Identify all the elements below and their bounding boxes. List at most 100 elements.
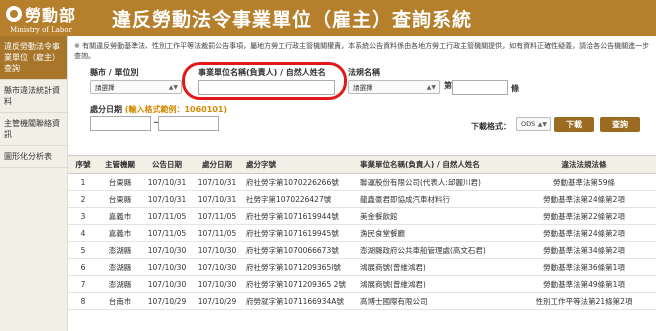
- law-select-value: 請選擇: [353, 84, 373, 92]
- cell-announce-date: 107/10/31: [142, 173, 192, 191]
- cell-penalty-date: 107/10/29: [192, 292, 242, 310]
- main-content: ※ 有關違反勞動基準法、性別工作平等法裁罰公告事項，屬地方勞工行政主管機關權責，…: [68, 36, 656, 331]
- cell-penalty-number: 府社勞字第1071209365l號: [242, 258, 356, 276]
- cell-penalty-date: 107/11/05: [192, 224, 242, 242]
- col-header-announce-date: 公告日期: [142, 155, 192, 174]
- date-start-input[interactable]: [90, 116, 151, 131]
- search-button[interactable]: 查詢: [600, 117, 640, 132]
- page-title: 違反勞動法令事業單位（雇主）查詢系統: [112, 8, 473, 31]
- cell-penalty-date: 107/10/30: [192, 241, 242, 259]
- table-row: 7 澎湖縣 107/10/30 107/10/30 府社勞字第1071209365 2號…: [68, 275, 656, 293]
- cell-entity-name: 龍鑫豪君即協成汽車材料行: [356, 190, 512, 208]
- cell-announce-date: 107/10/30: [142, 241, 192, 259]
- cell-penalty-number: 府社勞字第1071619944號: [242, 207, 356, 225]
- sidebar-item-county-stats[interactable]: 縣市違法統計資料: [0, 80, 67, 113]
- ministry-emblem-icon: [6, 6, 22, 22]
- county-select[interactable]: 請選擇 ▲▼: [90, 80, 182, 94]
- cell-index: 2: [68, 190, 98, 208]
- table-row: 1 台東縣 107/10/31 107/10/31 府社勞字第1070226266號 聯運…: [68, 173, 656, 191]
- county-label: 縣市 / 單位別: [90, 68, 139, 77]
- chevron-down-icon: ▲▼: [426, 84, 436, 91]
- col-header-authority: 主管機關: [98, 155, 142, 174]
- download-button[interactable]: 下載: [554, 117, 594, 132]
- table-row: 8 台南市 107/10/29 107/10/29 府勞就字第1071166934A號高…: [68, 292, 656, 310]
- cell-law-article: 勞動基準法第22條第2項: [512, 207, 656, 225]
- format-select-value: ODS: [521, 120, 536, 128]
- cell-index: 3: [68, 207, 98, 225]
- col-header-law-article: 違法法規法條: [512, 155, 656, 174]
- table-row: 3 嘉義市 107/11/05 107/11/05 府社勞字第1071619944號 美金…: [68, 207, 656, 225]
- article-prefix: 第: [444, 81, 452, 90]
- cell-entity-name: 聯運股份有限公司(代表人:邱麗川君): [356, 173, 512, 191]
- format-select[interactable]: ODS ▲▼: [516, 117, 551, 131]
- cell-penalty-number: 府勞就字第1071166934A號: [242, 292, 356, 310]
- date-label: 處分日期 (輸入格式範例：1060101): [90, 104, 227, 115]
- cell-index: 1: [68, 173, 98, 191]
- table-row: 6 澎湖縣 107/10/30 107/10/30 府社勞字第1071209365l號鴻…: [68, 258, 656, 276]
- cell-law-article: 勞動基準法第59條: [512, 173, 656, 191]
- cell-index: 8: [68, 292, 98, 310]
- date-hint: (輸入格式範例：1060101): [124, 105, 228, 114]
- cell-penalty-number: 府社勞字第1070226266號: [242, 173, 356, 191]
- sidebar-item-charts[interactable]: 圖形化分析表: [0, 146, 67, 168]
- table-row: 5 澎湖縣 107/10/30 107/10/30 府社勞字第1070066673號 澎湖…: [68, 241, 656, 259]
- law-select[interactable]: 請選擇 ▲▼: [348, 80, 440, 94]
- cell-authority: 澎湖縣: [98, 241, 142, 259]
- chevron-down-icon: ▲▼: [168, 84, 178, 91]
- cell-penalty-number: 社勞字第1070226427號: [242, 190, 356, 208]
- cell-announce-date: 107/11/05: [142, 224, 192, 242]
- format-label: 下載格式：: [471, 122, 511, 131]
- cell-entity-name: 鴻展商號(曾維鴻君): [356, 275, 512, 293]
- cell-entity-name: 鴻展商號(曾維鴻君): [356, 258, 512, 276]
- date-end-input[interactable]: [158, 116, 219, 131]
- law-label: 法規名稱: [348, 68, 380, 77]
- sidebar-item-query[interactable]: 違反勞動法令事業單位（雇主）查詢: [0, 36, 67, 80]
- cell-penalty-date: 107/10/31: [192, 173, 242, 191]
- cell-announce-date: 107/10/30: [142, 275, 192, 293]
- county-select-value: 請選擇: [95, 84, 115, 92]
- table-row: 4 嘉義市 107/11/05 107/11/05 府社勞字第1071619945號 漁民…: [68, 224, 656, 242]
- date-label-text: 處分日期: [90, 105, 122, 114]
- cell-entity-name: 美金餐飲館: [356, 207, 512, 225]
- cell-index: 5: [68, 241, 98, 259]
- cell-penalty-date: 107/10/30: [192, 258, 242, 276]
- cell-law-article: 勞動基準法第24條第2項: [512, 190, 656, 208]
- cell-penalty-number: 府社勞字第1071209365 2號: [242, 275, 356, 293]
- cell-announce-date: 107/11/05: [142, 207, 192, 225]
- cell-law-article: 性別工作平等法第21條第2項: [512, 292, 656, 310]
- cell-entity-name: 漁民食堂餐廳: [356, 224, 512, 242]
- app-header: 勞動部 Ministry of Labor 違反勞動法令事業單位（雇主）查詢系統: [0, 0, 656, 36]
- article-suffix: 條: [511, 84, 519, 93]
- table-header-row: 序號 主管機關 公告日期 處分日期 處分字號 事業單位名稱(負責人) / 自然人…: [68, 155, 656, 174]
- cell-authority: 嘉義市: [98, 207, 142, 225]
- cell-index: 7: [68, 275, 98, 293]
- cell-authority: 台東縣: [98, 190, 142, 208]
- cell-penalty-date: 107/11/05: [192, 207, 242, 225]
- cell-entity-name: 澎湖縣政府公共車船管理處(高文石君): [356, 241, 512, 259]
- results-table: 序號 主管機關 公告日期 處分日期 處分字號 事業單位名稱(負責人) / 自然人…: [68, 155, 656, 310]
- cell-law-article: 勞動基準法第49條第1項: [512, 275, 656, 293]
- logo-text: 勞動部: [25, 6, 77, 25]
- notice-text: ※ 有關違反勞動基準法、性別工作平等法裁罰公告事項，屬地方勞工行政主管機關權責，…: [74, 42, 650, 60]
- cell-authority: 澎湖縣: [98, 275, 142, 293]
- cell-authority: 台東縣: [98, 173, 142, 191]
- cell-penalty-date: 107/10/30: [192, 275, 242, 293]
- col-header-penalty-number: 處分字號: [242, 155, 356, 174]
- cell-index: 6: [68, 258, 98, 276]
- annotation-highlight-circle: [182, 62, 347, 100]
- cell-law-article: 勞動基準法第36條第1項: [512, 258, 656, 276]
- cell-law-article: 勞動基準法第34條第2項: [512, 241, 656, 259]
- col-header-entity-name: 事業單位名稱(負責人) / 自然人姓名: [356, 155, 512, 174]
- sidebar: 違反勞動法令事業單位（雇主）查詢 縣市違法統計資料 主管機關聯絡資訊 圖形化分析…: [0, 36, 68, 331]
- chevron-down-icon: ▲▼: [537, 121, 547, 128]
- col-header-penalty-date: 處分日期: [192, 155, 242, 174]
- table-row: 2 台東縣 107/10/31 107/10/31 社勞字第1070226427號 龍鑫豪…: [68, 190, 656, 208]
- article-input[interactable]: [452, 80, 508, 95]
- cell-entity-name: 高博士國際有限公司: [356, 292, 512, 310]
- col-header-index: 序號: [68, 155, 98, 174]
- cell-announce-date: 107/10/29: [142, 292, 192, 310]
- ministry-logo[interactable]: 勞動部 Ministry of Labor: [6, 2, 92, 34]
- cell-law-article: 勞動基準法第24條第2項: [512, 224, 656, 242]
- sidebar-item-authority-contacts[interactable]: 主管機關聯絡資訊: [0, 113, 67, 146]
- cell-authority: 澎湖縣: [98, 258, 142, 276]
